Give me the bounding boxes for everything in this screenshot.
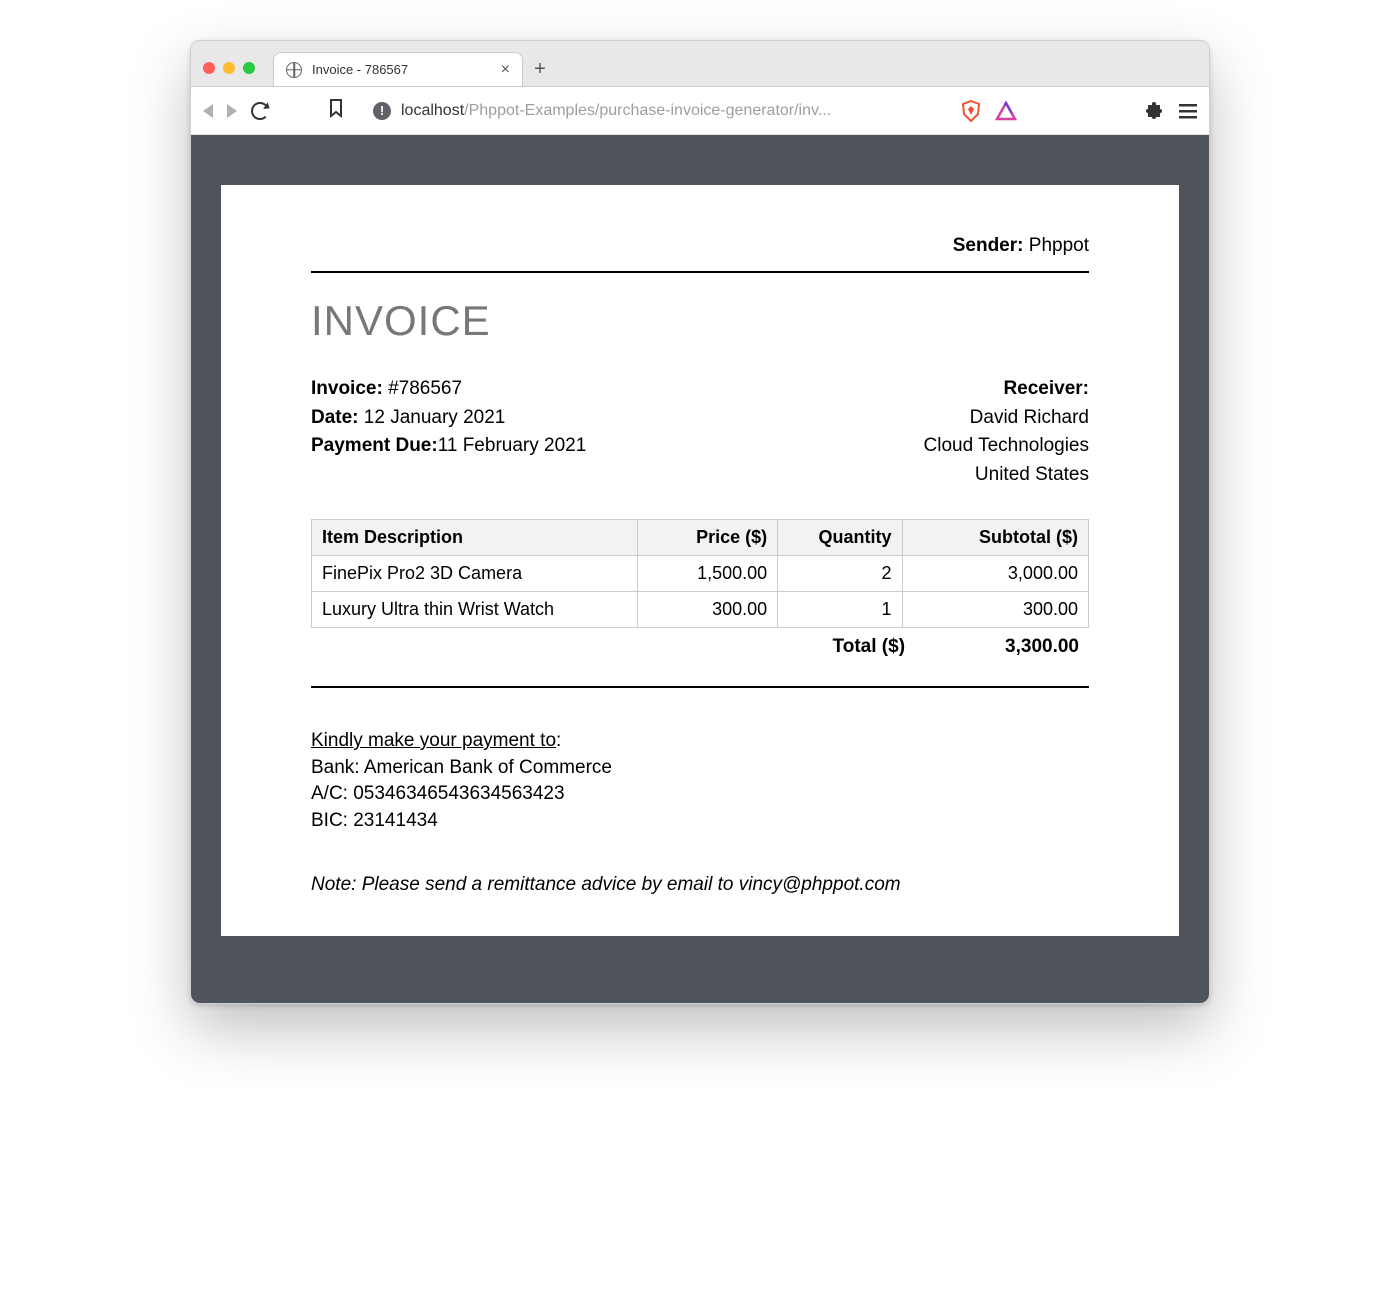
maximize-window-button[interactable] (243, 62, 255, 74)
receiver-name: David Richard (924, 404, 1090, 433)
extensions-icon[interactable] (1145, 101, 1165, 121)
col-quantity: Quantity (778, 520, 902, 556)
invoice-date-value: 12 January 2021 (364, 407, 506, 428)
payment-due-label: Payment Due: (311, 435, 438, 456)
table-header-row: Item Description Price ($) Quantity Subt… (312, 520, 1089, 556)
remittance-note: Note: Please send a remittance advice by… (311, 874, 1089, 896)
toolbar: ! localhost/Phppot-Examples/purchase-inv… (191, 87, 1209, 135)
cell-desc: Luxury Ultra thin Wrist Watch (312, 592, 638, 628)
titlebar: Invoice - 786567 × + (191, 41, 1209, 87)
payment-account: A/C: 05346346543634563423 (311, 781, 1089, 808)
divider (311, 271, 1089, 273)
cell-price: 1,500.00 (638, 556, 778, 592)
total-label: Total ($) (833, 636, 905, 658)
payment-bic: BIC: 23141434 (311, 808, 1089, 835)
sender-line: Sender: Phppot (311, 235, 1089, 257)
invoice-date-label: Date: (311, 407, 359, 428)
divider (311, 686, 1089, 688)
receiver-company: Cloud Technologies (924, 432, 1090, 461)
col-description: Item Description (312, 520, 638, 556)
address-bar[interactable]: ! localhost/Phppot-Examples/purchase-inv… (359, 94, 947, 128)
brave-shield-icon[interactable] (961, 100, 981, 122)
col-subtotal: Subtotal ($) (902, 520, 1089, 556)
site-info-icon[interactable]: ! (373, 102, 391, 120)
sender-name: Phppot (1029, 235, 1089, 256)
receiver-country: United States (924, 461, 1090, 490)
bookmark-button[interactable] (327, 98, 345, 123)
invoice-document: Sender: Phppot INVOICE Invoice: #786567 … (221, 185, 1179, 936)
browser-window: Invoice - 786567 × + ! localhost/Phppot-… (190, 40, 1210, 1004)
cell-subtotal: 300.00 (902, 592, 1089, 628)
close-window-button[interactable] (203, 62, 215, 74)
cell-price: 300.00 (638, 592, 778, 628)
total-value: 3,300.00 (1005, 636, 1079, 658)
cell-subtotal: 3,000.00 (902, 556, 1089, 592)
forward-button[interactable] (227, 104, 237, 118)
total-row: Total ($) 3,300.00 (311, 628, 1089, 658)
browser-tab[interactable]: Invoice - 786567 × (273, 52, 523, 86)
back-button[interactable] (203, 104, 213, 118)
payment-heading: Kindly make your payment to (311, 730, 556, 751)
invoice-number-label: Invoice: (311, 378, 383, 399)
tab-title: Invoice - 786567 (312, 62, 491, 77)
document-title: INVOICE (311, 297, 1089, 345)
invoice-meta: Invoice: #786567 Date: 12 January 2021 P… (311, 375, 586, 489)
payment-instructions: Kindly make your payment to: Bank: Ameri… (311, 728, 1089, 834)
triangle-icon[interactable] (995, 101, 1017, 121)
receiver-meta: Receiver: David Richard Cloud Technologi… (924, 375, 1090, 489)
payment-due-value: 11 February 2021 (438, 435, 587, 456)
table-row: Luxury Ultra thin Wrist Watch 300.00 1 3… (312, 592, 1089, 628)
payment-bank: Bank: American Bank of Commerce (311, 755, 1089, 782)
col-price: Price ($) (638, 520, 778, 556)
sender-label: Sender: (953, 235, 1024, 256)
invoice-number-value: #786567 (388, 378, 462, 399)
table-row: FinePix Pro2 3D Camera 1,500.00 2 3,000.… (312, 556, 1089, 592)
globe-icon (286, 62, 302, 78)
minimize-window-button[interactable] (223, 62, 235, 74)
close-tab-icon[interactable]: × (501, 62, 510, 78)
reload-button[interactable] (251, 102, 269, 120)
cell-qty: 2 (778, 556, 902, 592)
cell-desc: FinePix Pro2 3D Camera (312, 556, 638, 592)
new-tab-button[interactable]: + (523, 52, 557, 86)
menu-icon[interactable] (1179, 103, 1197, 119)
meta-section: Invoice: #786567 Date: 12 January 2021 P… (311, 375, 1089, 489)
bookmark-icon (327, 98, 345, 118)
viewport: Sender: Phppot INVOICE Invoice: #786567 … (191, 135, 1209, 1003)
cell-qty: 1 (778, 592, 902, 628)
receiver-label: Receiver: (1003, 378, 1089, 399)
url-text: localhost/Phppot-Examples/purchase-invoi… (401, 102, 831, 120)
window-controls (203, 62, 255, 74)
items-table: Item Description Price ($) Quantity Subt… (311, 519, 1089, 628)
